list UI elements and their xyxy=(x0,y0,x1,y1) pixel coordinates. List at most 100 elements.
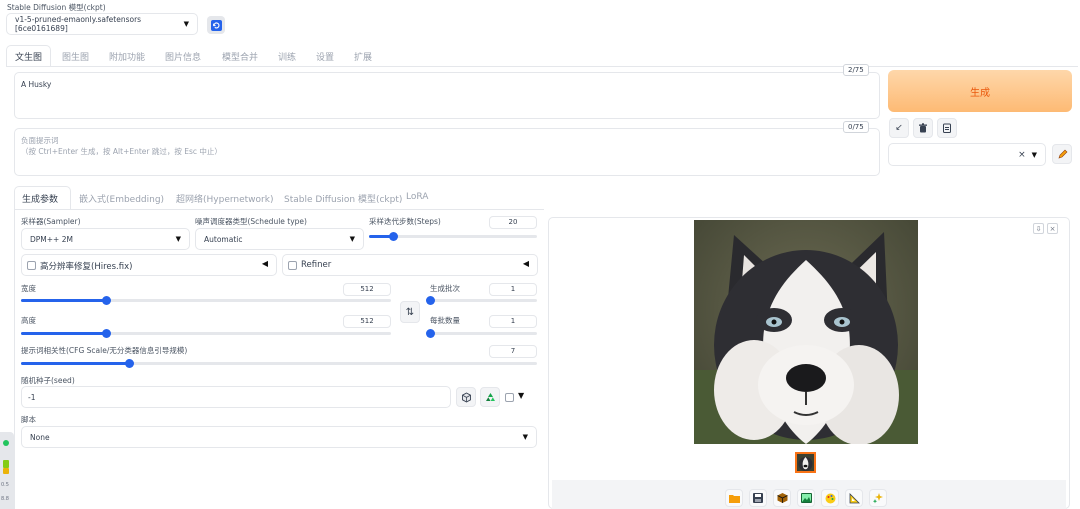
seed-input[interactable]: -1 xyxy=(21,386,451,408)
batch-count-label: 生成批次 xyxy=(430,284,460,293)
triangle-ruler-icon xyxy=(849,492,860,503)
apply-style-button[interactable] xyxy=(937,118,957,138)
steps-input[interactable]: 20 xyxy=(489,216,537,229)
image-icon xyxy=(800,493,812,503)
read-params-button[interactable]: ↙ xyxy=(889,118,909,138)
tab-png-info[interactable]: 图片信息 xyxy=(165,50,201,63)
batch-size-slider[interactable] xyxy=(426,329,537,338)
schedule-select[interactable]: Automatic ▼ xyxy=(195,228,364,250)
husky-image xyxy=(694,220,918,444)
hires-panel[interactable]: 高分辨率修复(Hires.fix) ◀ xyxy=(21,254,277,276)
steps-slider[interactable] xyxy=(369,232,537,241)
styles-select[interactable]: × ▼ xyxy=(888,143,1046,166)
swap-icon: ⇅ xyxy=(405,306,415,318)
seed-value: -1 xyxy=(28,393,36,402)
folder-icon xyxy=(728,494,740,503)
tab-img2img[interactable]: 图生图 xyxy=(62,50,89,63)
save-button[interactable] xyxy=(749,489,767,507)
batch-count-slider[interactable] xyxy=(426,296,537,305)
prompt-text: A Husky xyxy=(21,80,52,89)
batch-count-slider-handle[interactable] xyxy=(426,296,435,305)
extra-seed-checkbox[interactable] xyxy=(505,393,514,402)
sparkles-icon xyxy=(872,492,883,503)
width-slider[interactable] xyxy=(21,296,391,305)
cfg-slider[interactable] xyxy=(21,359,537,368)
caret-left-icon[interactable]: ◀ xyxy=(262,259,268,268)
script-select[interactable]: None ▼ xyxy=(21,426,537,448)
refresh-model-button[interactable] xyxy=(207,16,225,34)
gallery-close-button[interactable]: × xyxy=(1047,223,1058,234)
schedule-value: Automatic xyxy=(204,234,243,244)
random-seed-button[interactable] xyxy=(456,387,476,407)
download-icon: ⇩ xyxy=(1035,224,1042,233)
height-input[interactable]: 512 xyxy=(343,315,391,328)
tab-divider xyxy=(6,66,1078,67)
tab-generation[interactable]: 生成参数 xyxy=(22,192,58,205)
styles-clear-icon[interactable]: × xyxy=(1018,150,1026,160)
width-slider-handle[interactable] xyxy=(102,296,112,305)
cfg-slider-handle[interactable] xyxy=(125,359,135,368)
close-icon: × xyxy=(1049,224,1056,233)
pencil-icon xyxy=(1058,149,1067,158)
refiner-panel[interactable]: Refiner ◀ xyxy=(282,254,538,276)
swap-dimensions-button[interactable]: ⇅ xyxy=(400,301,420,323)
refiner-checkbox[interactable] xyxy=(288,261,297,270)
sampler-value: DPM++ 2M xyxy=(30,234,73,244)
reuse-seed-button[interactable] xyxy=(480,387,500,407)
clear-prompt-button[interactable] xyxy=(913,118,933,138)
seed-label: 随机种子(seed) xyxy=(21,376,75,385)
gallery-download-button[interactable]: ⇩ xyxy=(1033,223,1044,234)
sub-tab-divider xyxy=(14,209,544,210)
send-to-inpaint-button[interactable] xyxy=(821,489,839,507)
generate-button[interactable]: 生成 xyxy=(888,70,1072,112)
status-bar-green xyxy=(3,460,9,468)
steps-label: 采样迭代步数(Steps) xyxy=(369,217,441,226)
model-value: v1-5-pruned-emaonly.safetensors [6ce0161… xyxy=(15,15,142,33)
height-slider-handle[interactable] xyxy=(102,329,112,338)
tab-lora[interactable]: LoRA xyxy=(406,192,428,202)
caret-down-icon[interactable]: ▼ xyxy=(518,391,524,400)
generated-image[interactable] xyxy=(694,220,918,444)
batch-size-slider-handle[interactable] xyxy=(426,329,435,338)
refiner-label: Refiner xyxy=(301,260,332,270)
prompt-textarea[interactable]: A Husky xyxy=(14,72,880,119)
zip-button[interactable] xyxy=(773,489,791,507)
open-folder-button[interactable] xyxy=(725,489,743,507)
hires-checkbox[interactable] xyxy=(27,261,36,270)
width-slider-fill xyxy=(21,299,107,302)
send-to-extras-button[interactable] xyxy=(845,489,863,507)
tab-hypernetwork[interactable]: 超网络(Hypernetwork) xyxy=(176,192,273,205)
caret-left-icon[interactable]: ◀ xyxy=(523,259,529,268)
tab-extensions[interactable]: 扩展 xyxy=(354,50,372,63)
tab-embedding[interactable]: 嵌入式(Embedding) xyxy=(79,192,164,205)
tab-checkpoints[interactable]: Stable Diffusion 模型(ckpt) xyxy=(284,192,402,205)
tab-extras[interactable]: 附加功能 xyxy=(109,50,145,63)
negative-placeholder-hint: （按 Ctrl+Enter 生成，按 Alt+Enter 跳过，按 Esc 中止… xyxy=(21,147,222,156)
gallery-thumbnail[interactable] xyxy=(795,452,816,473)
batch-size-input[interactable]: 1 xyxy=(489,315,537,328)
steps-slider-handle[interactable] xyxy=(388,232,398,241)
negative-token-count: 0/75 xyxy=(843,121,869,133)
script-label: 脚本 xyxy=(21,415,36,424)
chevron-down-icon: ▼ xyxy=(349,235,355,243)
batch-count-input[interactable]: 1 xyxy=(489,283,537,296)
tab-settings[interactable]: 设置 xyxy=(316,50,334,63)
palette-icon xyxy=(825,493,835,503)
dice-icon xyxy=(461,391,471,403)
refresh-icon xyxy=(210,19,222,31)
sampler-select[interactable]: DPM++ 2M ▼ xyxy=(21,228,190,250)
tab-model-merge[interactable]: 模型合并 xyxy=(222,50,258,63)
negative-prompt-textarea[interactable]: 负面提示词 （按 Ctrl+Enter 生成，按 Alt+Enter 跳过，按 … xyxy=(14,128,880,176)
height-slider[interactable] xyxy=(21,329,391,338)
width-input[interactable]: 512 xyxy=(343,283,391,296)
recycle-icon xyxy=(485,392,495,401)
cfg-slider-fill xyxy=(21,362,130,365)
width-label: 宽度 xyxy=(21,284,36,293)
extra-network-button[interactable] xyxy=(869,489,887,507)
model-select[interactable]: v1-5-pruned-emaonly.safetensors [6ce0161… xyxy=(6,13,198,35)
tab-txt2img[interactable]: 文生图 xyxy=(15,50,42,63)
cfg-input[interactable]: 7 xyxy=(489,345,537,358)
send-to-img2img-button[interactable] xyxy=(797,489,815,507)
edit-styles-button[interactable] xyxy=(1052,144,1072,164)
tab-train[interactable]: 训练 xyxy=(278,50,296,63)
